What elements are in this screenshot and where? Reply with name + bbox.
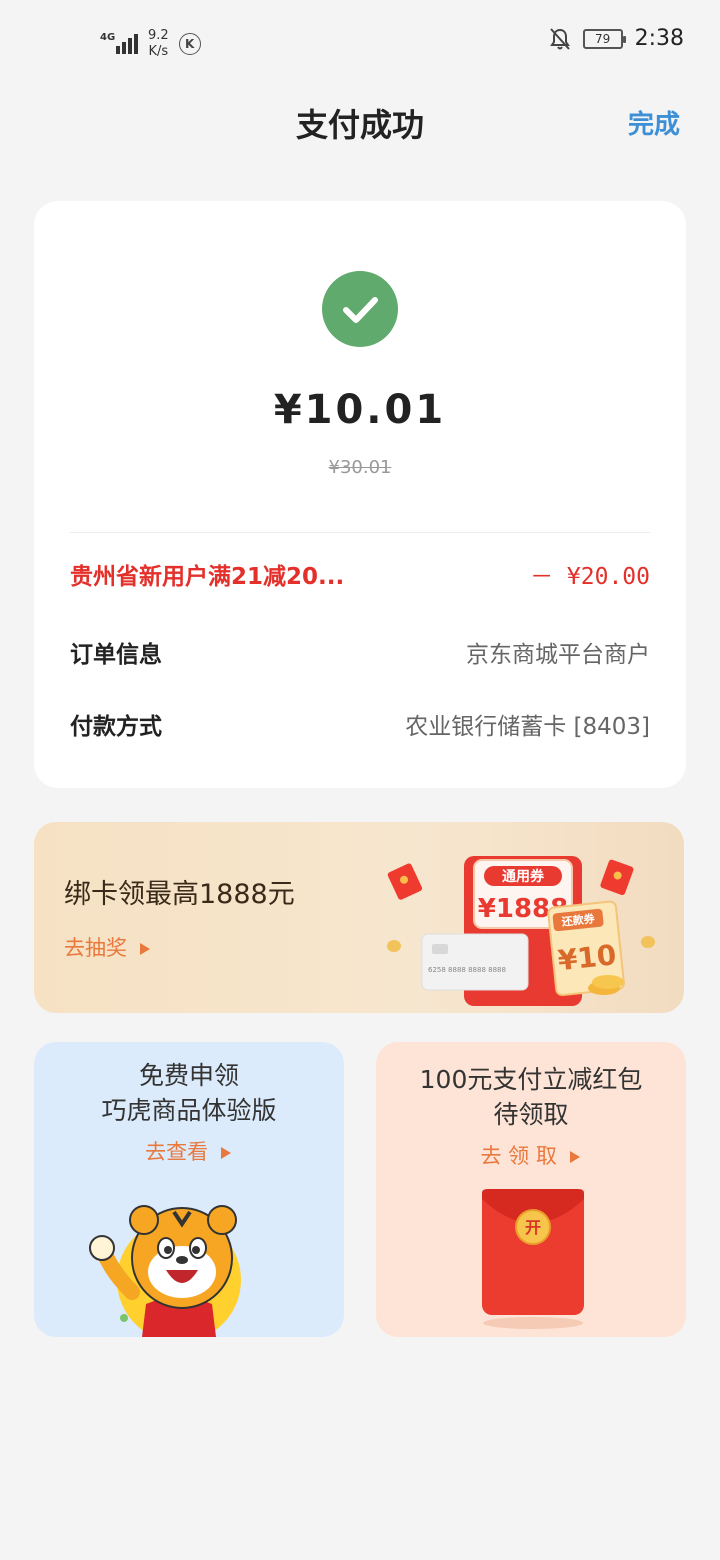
payment-method-value: 农业银行储蓄卡 [8403] xyxy=(405,714,650,740)
coin-icon xyxy=(387,940,401,952)
red-envelope-icon xyxy=(387,863,423,900)
status-bar: 4G 9.2 K/s K 79 2:38 xyxy=(0,0,720,84)
tiger-card-title-line2: 巧虎商品体验版 xyxy=(101,1096,277,1125)
order-info-value: 京东商城平台商户 xyxy=(466,642,650,668)
bank-card-number: 6258 8888 8888 8888 xyxy=(428,966,506,974)
bank-card-icon: 6258 8888 8888 8888 xyxy=(421,933,529,991)
payment-result-card: ¥10.01 ¥30.01 贵州省新用户满21减20... － ¥20.00 订… xyxy=(34,201,686,788)
original-amount: ¥30.01 xyxy=(328,457,392,478)
bind-card-title: 绑卡领最高1888元 xyxy=(64,879,295,910)
battery-level: 79 xyxy=(594,31,611,46)
speed-unit: K/s xyxy=(148,44,169,59)
claim-link[interactable]: 去 领 取 xyxy=(376,1140,686,1170)
k-badge-icon: K xyxy=(178,33,201,55)
speed-value: 9.2 xyxy=(148,28,169,43)
view-link[interactable]: 去查看 xyxy=(34,1136,344,1166)
tiger-card-title-line1: 免费申领 xyxy=(138,1061,239,1090)
play-arrow-icon xyxy=(569,1151,580,1163)
tiger-sample-card[interactable]: 免费申领 巧虎商品体验版 去查看 xyxy=(34,1042,344,1337)
lottery-link-label: 去抽奖 xyxy=(64,936,127,960)
network-speed: 9.2 K/s xyxy=(148,28,169,60)
bell-mute-icon xyxy=(549,27,570,50)
payment-method-label: 付款方式 xyxy=(70,714,162,740)
clock: 2:38 xyxy=(634,26,684,51)
promo-row: 贵州省新用户满21减20... － ¥20.00 xyxy=(70,557,650,591)
view-link-label: 去查看 xyxy=(145,1140,209,1164)
red-packet-title-line1: 100元支付立减红包 xyxy=(419,1065,643,1094)
play-arrow-icon xyxy=(220,1147,231,1159)
coin-icon xyxy=(592,975,624,989)
promo-value: － ¥20.00 xyxy=(530,564,650,590)
red-packet-title-line2: 待领取 xyxy=(493,1100,569,1129)
tiger-mascot-icon xyxy=(89,1205,241,1337)
order-info-row: 订单信息 京东商城平台商户 xyxy=(70,635,650,669)
check-circle-icon xyxy=(322,271,398,347)
signal-icon: 4G xyxy=(100,32,138,56)
red-packet-card[interactable]: 100元支付立减红包 待领取 去 领 取 开 xyxy=(376,1042,686,1337)
done-button[interactable]: 完成 xyxy=(628,104,680,141)
claim-link-label: 去 领 取 xyxy=(480,1144,557,1168)
red-envelope-icon xyxy=(600,859,634,896)
battery-icon: 79 xyxy=(582,28,626,49)
network-status: 4G 9.2 K/s K xyxy=(100,28,201,60)
envelope-open-label: 开 xyxy=(525,1218,541,1237)
coin-icon xyxy=(641,936,655,948)
coupon-illustration: 通用券 ¥1888 6258 8888 8888 8888 还款券 ¥10 xyxy=(387,856,655,1006)
bind-card-banner[interactable]: 绑卡领最高1888元 去抽奖 通用券 ¥1888 6258 8888 8888 … xyxy=(34,822,684,1013)
payment-method-row: 付款方式 农业银行储蓄卡 [8403] xyxy=(70,707,650,741)
lottery-link[interactable]: 去抽奖 xyxy=(64,932,152,962)
repay-coupon-value: ¥10 xyxy=(556,938,618,977)
red-envelope-icon: 开 xyxy=(482,1189,584,1329)
network-type: 4G xyxy=(100,32,116,43)
order-info-label: 订单信息 xyxy=(70,642,162,668)
page-title: 支付成功 xyxy=(295,106,424,144)
play-arrow-icon xyxy=(139,943,150,955)
promo-label: 贵州省新用户满21减20... xyxy=(70,564,345,590)
divider xyxy=(70,532,650,533)
paid-amount: ¥10.01 xyxy=(273,387,447,433)
general-coupon-label: 通用券 xyxy=(502,868,545,885)
